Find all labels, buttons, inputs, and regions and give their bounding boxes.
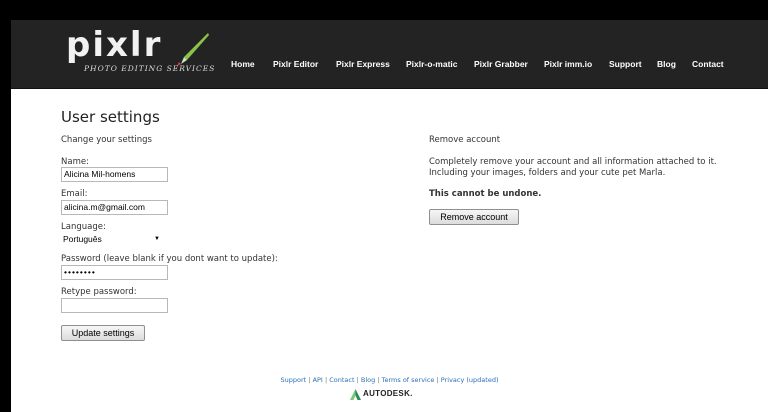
nav-contact[interactable]: Contact xyxy=(692,59,724,69)
logo-tagline: PHOTO EDITING SERVICES xyxy=(84,64,216,73)
nav-pixlr-editor[interactable]: Pixlr Editor xyxy=(273,59,318,69)
nav-pixlr-immio[interactable]: Pixlr imm.io xyxy=(544,59,592,69)
dropdown-arrow-icon: ▼ xyxy=(154,236,160,242)
retype-password-label: Retype password: xyxy=(61,287,137,297)
autodesk-mark-icon xyxy=(350,389,361,400)
footer-link-api[interactable]: API xyxy=(313,376,323,384)
footer-link-contact[interactable]: Contact xyxy=(329,376,354,384)
footer-separator: | xyxy=(377,376,380,384)
remove-description-line1: Completely remove your account and all i… xyxy=(429,157,717,167)
pixlr-logo[interactable]: pixlr PHOTO EDITING SERVICES xyxy=(66,25,214,77)
footer-separator: | xyxy=(308,376,311,384)
footer-separator: | xyxy=(324,376,328,384)
footer-link-terms[interactable]: Terms of service xyxy=(382,376,435,384)
browser-page: pixlr PHOTO EDITING SERVICES Home Pixlr … xyxy=(11,20,768,412)
page-title: User settings xyxy=(61,108,160,126)
autodesk-logo[interactable]: AUTODESK. xyxy=(350,389,430,401)
remove-account-button[interactable]: Remove account xyxy=(429,209,519,225)
footer-links: Support | API | Contact | Blog | Terms o… xyxy=(11,376,768,384)
update-settings-button[interactable]: Update settings xyxy=(61,325,145,341)
warning-text: This cannot be undone. xyxy=(429,189,542,199)
password-field[interactable]: •••••••• xyxy=(61,265,168,280)
nav-pixlr-o-matic[interactable]: Pixlr-o-matic xyxy=(406,59,458,69)
name-field[interactable]: Alicina Mil-homens xyxy=(61,167,168,182)
section-subtitle: Change your settings xyxy=(61,135,152,145)
retype-password-field[interactable] xyxy=(61,298,168,313)
paintbrush-icon xyxy=(177,33,209,66)
name-label: Name: xyxy=(61,157,89,167)
footer-separator: | xyxy=(356,376,359,384)
remove-description-line2: Including your images, folders and your … xyxy=(429,168,666,178)
password-label: Password (leave blank if you dont want t… xyxy=(61,254,278,264)
nav-blog[interactable]: Blog xyxy=(657,59,676,69)
nav-home[interactable]: Home xyxy=(231,59,255,69)
remove-account-heading: Remove account xyxy=(429,135,501,145)
nav-support[interactable]: Support xyxy=(609,59,642,69)
language-select[interactable]: Português ▼ xyxy=(61,233,164,245)
autodesk-wordmark: AUTODESK. xyxy=(363,389,413,398)
nav-pixlr-express[interactable]: Pixlr Express xyxy=(336,59,390,69)
email-label: Email: xyxy=(61,189,88,199)
logo-wordmark: pixlr xyxy=(66,25,163,65)
footer-link-blog[interactable]: Blog xyxy=(361,376,375,384)
language-label: Language: xyxy=(61,222,106,232)
site-header: pixlr PHOTO EDITING SERVICES Home Pixlr … xyxy=(11,20,768,89)
nav-pixlr-grabber[interactable]: Pixlr Grabber xyxy=(474,59,528,69)
email-field[interactable]: alicina.m@gmail.com xyxy=(61,200,168,215)
footer-link-privacy[interactable]: Privacy (updated) xyxy=(441,376,499,384)
footer-link-support[interactable]: Support xyxy=(281,376,307,384)
language-selected-value: Português xyxy=(63,234,102,244)
footer-separator: | xyxy=(436,376,439,384)
